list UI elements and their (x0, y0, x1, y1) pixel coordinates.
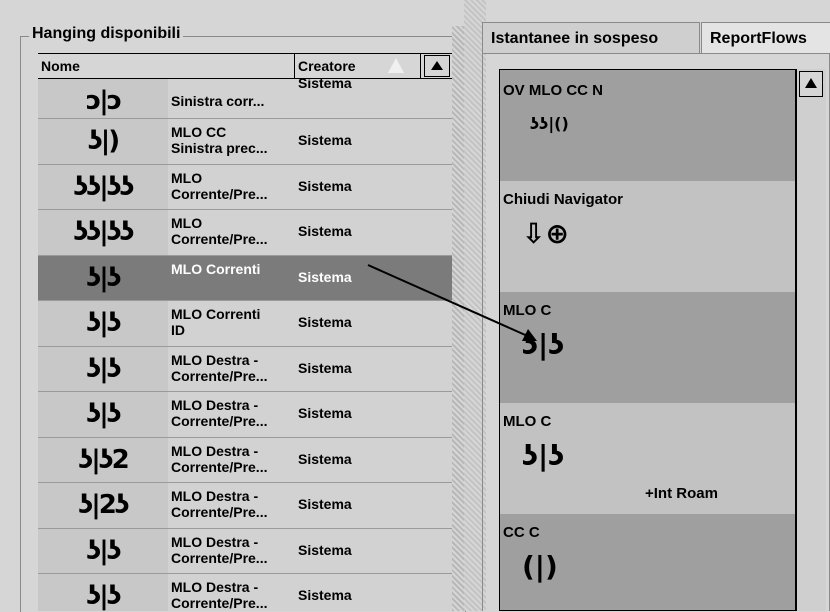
drag-arrow-overlay (367, 264, 537, 341)
drag-arrow-line (367, 264, 533, 339)
